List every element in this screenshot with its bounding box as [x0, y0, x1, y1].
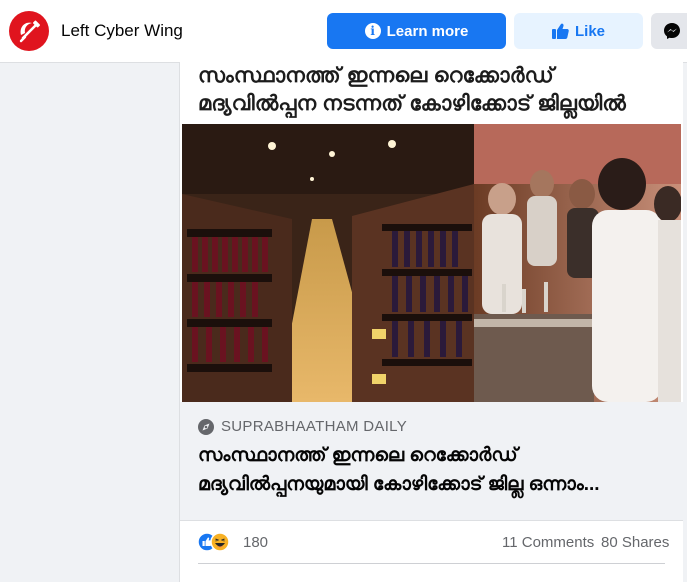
link-preview[interactable]: SUPRABHAATHAM DAILY സംസ്ഥാനത്ത് ഇന്നലെ റ…: [180, 402, 683, 521]
learn-more-button[interactable]: i Learn more: [327, 13, 506, 49]
haha-icon: [210, 532, 230, 552]
messenger-icon: [664, 23, 680, 39]
message-button[interactable]: [651, 13, 687, 49]
page-avatar[interactable]: [9, 11, 49, 51]
reaction-icons[interactable]: [198, 532, 238, 552]
compass-icon: [198, 418, 214, 435]
post-title-line-2: മദ്യവിൽപ്പന നടന്നത് കോഴിക്കോട് ജില്ലയിൽ: [198, 92, 627, 115]
like-label: Like: [574, 22, 605, 40]
link-source: SUPRABHAATHAM DAILY: [198, 418, 407, 435]
post-stats: 180 11 Comments 80 Shares: [180, 521, 683, 563]
link-source-label: SUPRABHAATHAM DAILY: [221, 418, 408, 435]
thumbs-up-icon: [551, 23, 569, 39]
hammer-sickle-icon: [19, 20, 40, 43]
page-header: Left Cyber Wing i Learn more Like: [0, 0, 687, 63]
like-page-button[interactable]: Like: [514, 13, 643, 49]
post-photo[interactable]: [182, 124, 681, 402]
page-name[interactable]: Left Cyber Wing: [61, 21, 183, 41]
liquor-store-photo: [182, 124, 681, 402]
shares-count[interactable]: 80 Shares: [601, 534, 669, 551]
learn-more-label: Learn more: [386, 22, 469, 40]
post-image-title: സംസ്ഥാനത്ത് ഇന്നലെ റെക്കോർഡ് മദ്യവിൽപ്പന…: [180, 62, 683, 124]
link-headline-line-2: മദ്യവിൽപ്പനയുമായി കോഴിക്കോട് ജില്ല ഒന്നാ…: [198, 474, 600, 495]
info-icon: i: [364, 23, 381, 39]
stats-divider: [198, 563, 665, 564]
post-card: സംസ്ഥാനത്ത് ഇന്നലെ റെക്കോർഡ് മദ്യവിൽപ്പന…: [179, 62, 683, 582]
post-title-line-1: സംസ്ഥാനത്ത് ഇന്നലെ റെക്കോർഡ്: [198, 64, 554, 87]
link-headline-line-1: സംസ്ഥാനത്ത് ഇന്നലെ റെക്കോർഡ്: [198, 445, 518, 466]
comments-count[interactable]: 11 Comments: [502, 534, 594, 551]
reaction-count[interactable]: 180: [243, 534, 268, 551]
